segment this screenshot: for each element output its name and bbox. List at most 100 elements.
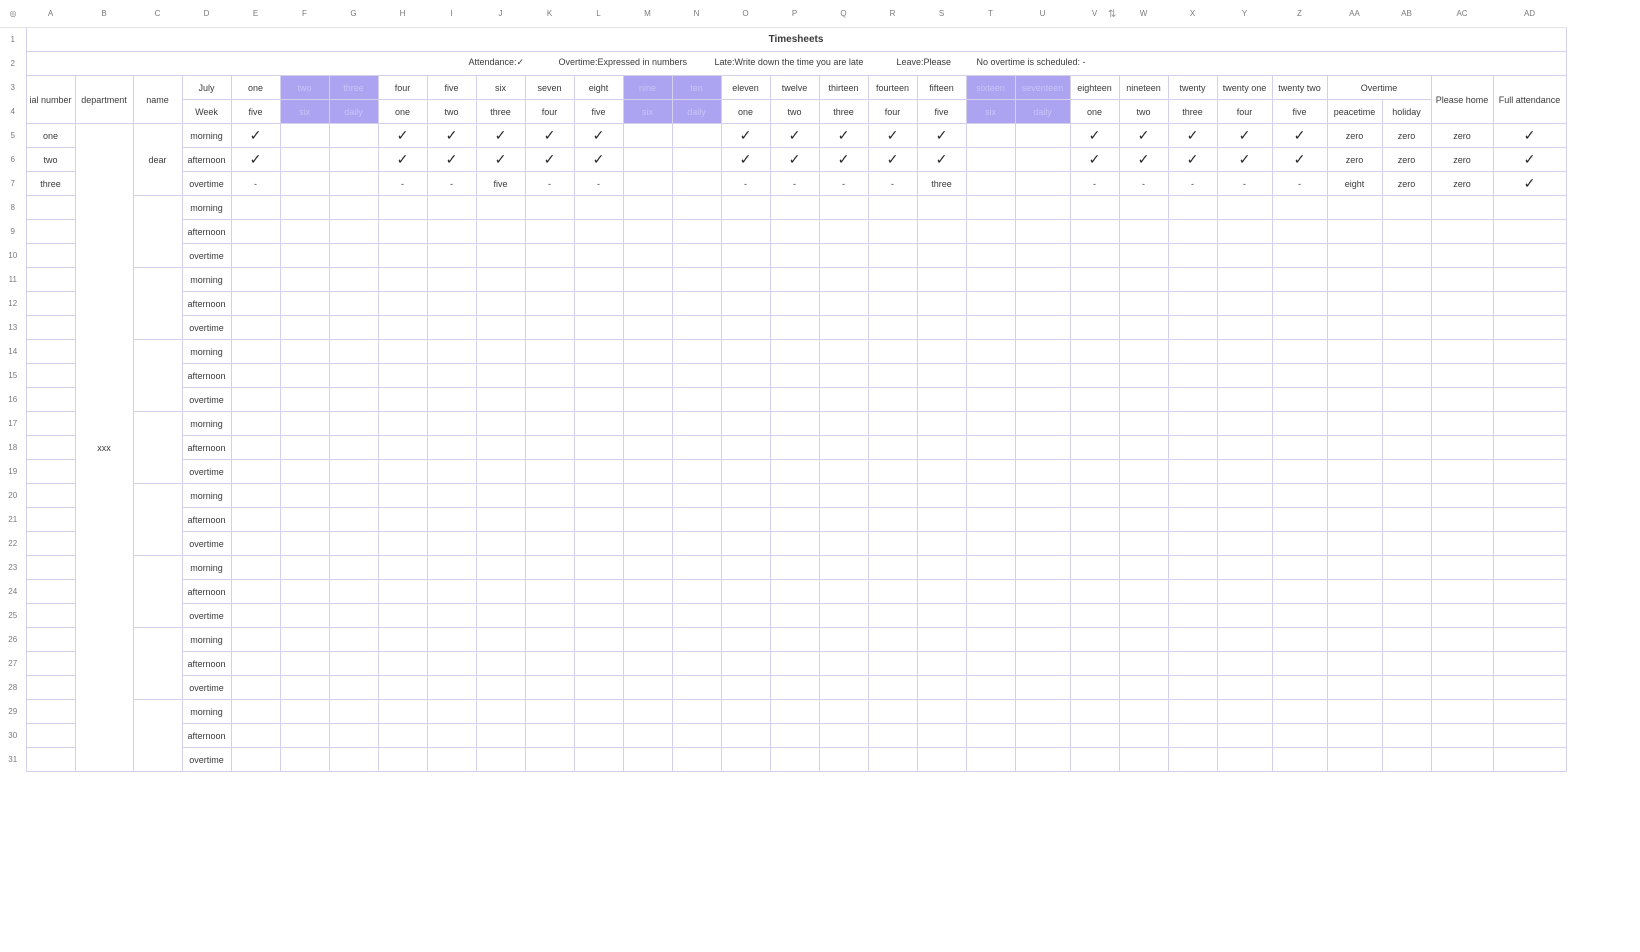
- day-cell[interactable]: [377, 267, 428, 292]
- day-cell[interactable]: [328, 243, 379, 268]
- day-cell[interactable]: [524, 603, 575, 628]
- day-cell[interactable]: [279, 603, 330, 628]
- shift-cell[interactable]: afternoon: [181, 291, 232, 316]
- spreadsheet-grid[interactable]: ◎ A B C D E F G H I J K L M N O P Q R S T U V W X Y Z AA AB AC AD 1 Time…: [0, 0, 1567, 772]
- day-cell[interactable]: [1014, 603, 1071, 628]
- day-cell[interactable]: [475, 747, 526, 772]
- day-cell[interactable]: ✓: [916, 147, 967, 172]
- day-cell[interactable]: ✓: [426, 123, 477, 148]
- serial-number-cell[interactable]: [25, 315, 76, 340]
- serial-number-cell[interactable]: one: [25, 123, 76, 148]
- day-cell[interactable]: [1271, 267, 1328, 292]
- day-cell[interactable]: [1014, 387, 1071, 412]
- header-day[interactable]: two: [279, 75, 330, 100]
- day-cell[interactable]: [1167, 219, 1218, 244]
- day-cell[interactable]: [622, 627, 673, 652]
- day-cell[interactable]: [720, 339, 771, 364]
- full-attendance-cell[interactable]: [1492, 651, 1567, 676]
- day-cell[interactable]: [426, 747, 477, 772]
- name-cell[interactable]: dear: [132, 123, 183, 196]
- day-cell[interactable]: [1069, 267, 1120, 292]
- day-cell[interactable]: [916, 243, 967, 268]
- day-cell[interactable]: [720, 219, 771, 244]
- day-cell[interactable]: [377, 627, 428, 652]
- header-weekday[interactable]: six: [965, 99, 1016, 124]
- day-cell[interactable]: [377, 195, 428, 220]
- day-cell[interactable]: [1167, 363, 1218, 388]
- day-cell[interactable]: [1069, 675, 1120, 700]
- day-cell[interactable]: [1118, 339, 1169, 364]
- header-weekday[interactable]: daily: [671, 99, 722, 124]
- name-cell[interactable]: [132, 195, 183, 268]
- day-cell[interactable]: [1118, 699, 1169, 724]
- day-cell[interactable]: [965, 147, 1016, 172]
- day-cell[interactable]: [867, 627, 918, 652]
- peacetime-cell[interactable]: [1326, 483, 1383, 508]
- day-cell[interactable]: [965, 459, 1016, 484]
- day-cell[interactable]: [1069, 483, 1120, 508]
- header-july[interactable]: July: [181, 75, 232, 100]
- shift-cell[interactable]: morning: [181, 411, 232, 436]
- day-cell[interactable]: [426, 387, 477, 412]
- day-cell[interactable]: ✓: [867, 123, 918, 148]
- please-home-cell[interactable]: [1430, 195, 1494, 220]
- day-cell[interactable]: [1216, 315, 1273, 340]
- day-cell[interactable]: ✓: [818, 123, 869, 148]
- day-cell[interactable]: [230, 339, 281, 364]
- header-weekday[interactable]: three: [1167, 99, 1218, 124]
- day-cell[interactable]: [279, 435, 330, 460]
- day-cell[interactable]: [1216, 627, 1273, 652]
- day-cell[interactable]: ✓: [1271, 147, 1328, 172]
- day-cell[interactable]: [867, 507, 918, 532]
- day-cell[interactable]: [1271, 195, 1328, 220]
- header-day[interactable]: six: [475, 75, 526, 100]
- day-cell[interactable]: [1069, 243, 1120, 268]
- day-cell[interactable]: [573, 339, 624, 364]
- day-cell[interactable]: [328, 195, 379, 220]
- day-cell[interactable]: [769, 555, 820, 580]
- day-cell[interactable]: [1271, 387, 1328, 412]
- day-cell[interactable]: [622, 267, 673, 292]
- day-cell[interactable]: [1216, 579, 1273, 604]
- holiday-cell[interactable]: zero: [1381, 171, 1432, 196]
- day-cell[interactable]: -: [818, 171, 869, 196]
- peacetime-cell[interactable]: [1326, 555, 1383, 580]
- day-cell[interactable]: [916, 435, 967, 460]
- day-cell[interactable]: [1069, 363, 1120, 388]
- shift-cell[interactable]: afternoon: [181, 219, 232, 244]
- header-weekday[interactable]: daily: [328, 99, 379, 124]
- day-cell[interactable]: [769, 363, 820, 388]
- day-cell[interactable]: [475, 363, 526, 388]
- please-home-cell[interactable]: [1430, 339, 1494, 364]
- day-cell[interactable]: [965, 699, 1016, 724]
- day-cell[interactable]: [1216, 363, 1273, 388]
- day-cell[interactable]: [1069, 531, 1120, 556]
- name-cell[interactable]: [132, 699, 183, 772]
- day-cell[interactable]: [916, 603, 967, 628]
- day-cell[interactable]: [867, 387, 918, 412]
- day-cell[interactable]: [1118, 195, 1169, 220]
- legend-row[interactable]: Attendance:✓ Overtime:Expressed in number…: [25, 51, 1567, 76]
- day-cell[interactable]: [328, 531, 379, 556]
- day-cell[interactable]: [1216, 291, 1273, 316]
- day-cell[interactable]: [328, 747, 379, 772]
- day-cell[interactable]: [328, 603, 379, 628]
- day-cell[interactable]: [1167, 627, 1218, 652]
- day-cell[interactable]: [818, 315, 869, 340]
- holiday-cell[interactable]: [1381, 315, 1432, 340]
- day-cell[interactable]: [818, 435, 869, 460]
- day-cell[interactable]: [279, 339, 330, 364]
- day-cell[interactable]: [279, 747, 330, 772]
- holiday-cell[interactable]: [1381, 411, 1432, 436]
- day-cell[interactable]: [916, 387, 967, 412]
- day-cell[interactable]: [916, 291, 967, 316]
- day-cell[interactable]: [1167, 411, 1218, 436]
- day-cell[interactable]: [377, 459, 428, 484]
- day-cell[interactable]: [1271, 291, 1328, 316]
- header-weekday[interactable]: four: [1216, 99, 1273, 124]
- holiday-cell[interactable]: [1381, 339, 1432, 364]
- day-cell[interactable]: [328, 363, 379, 388]
- header-day[interactable]: twenty two: [1271, 75, 1328, 100]
- header-day[interactable]: nineteen: [1118, 75, 1169, 100]
- header-day[interactable]: nine: [622, 75, 673, 100]
